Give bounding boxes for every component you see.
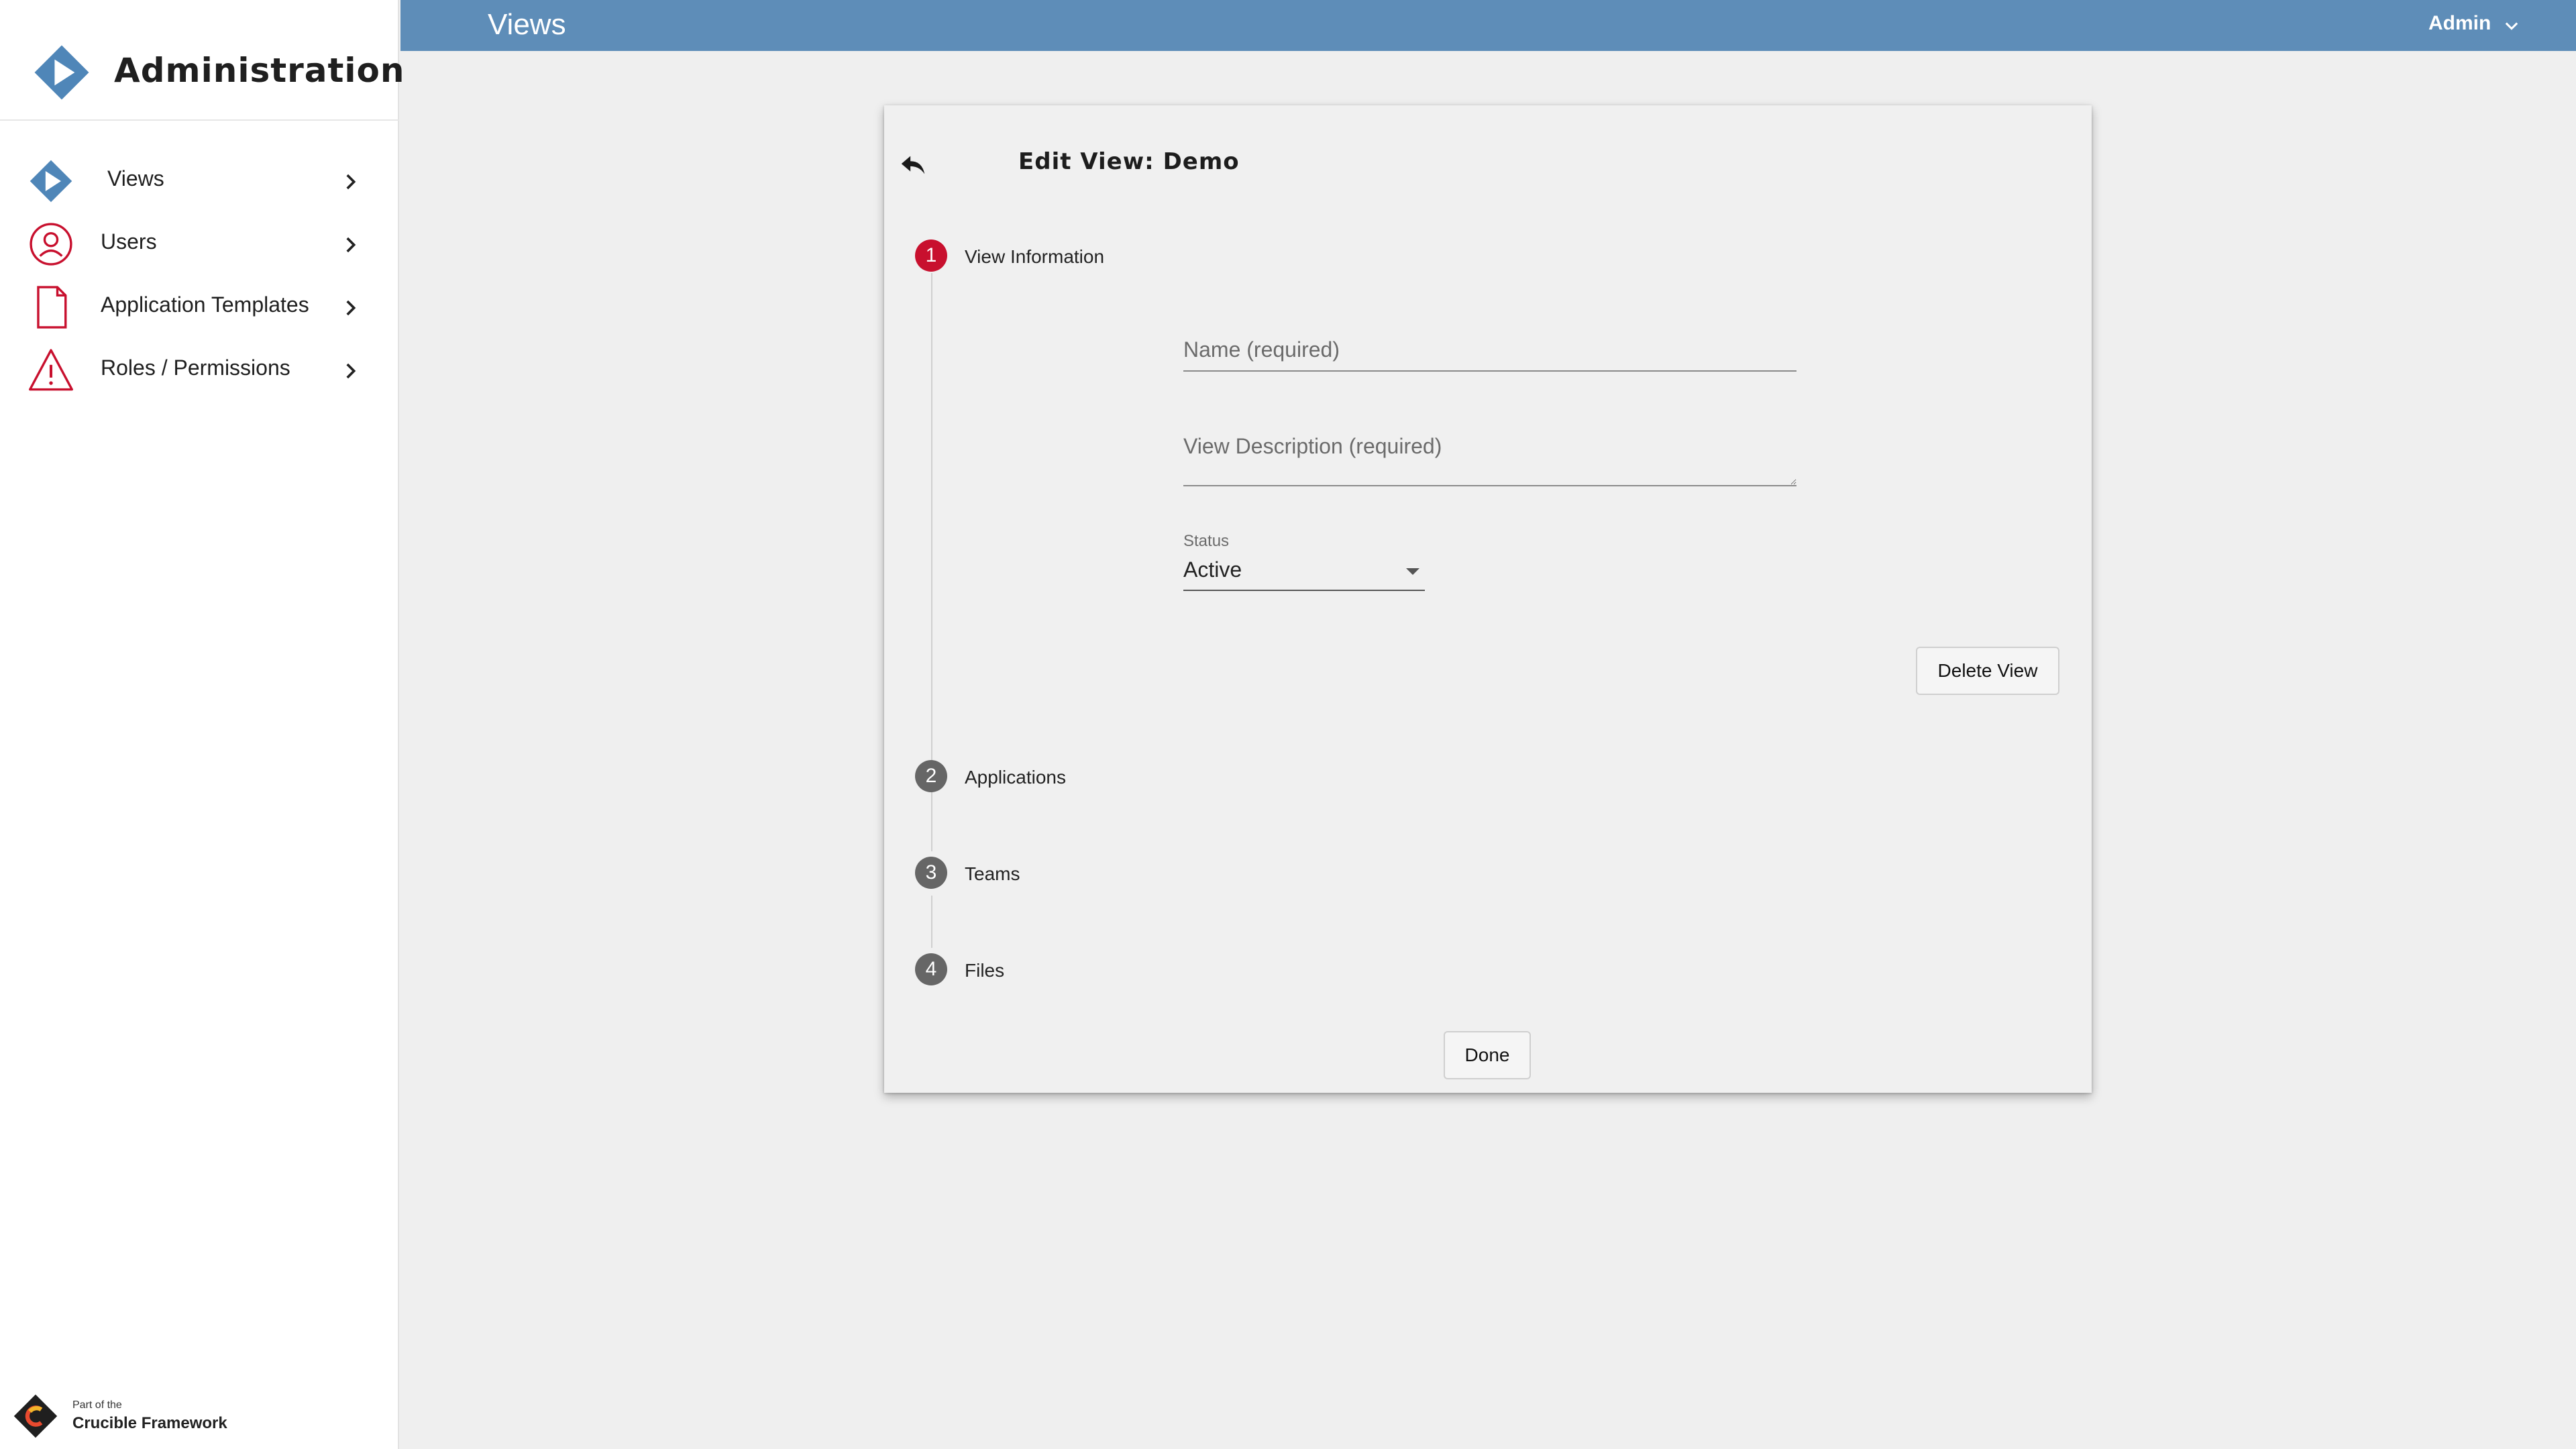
step-number: 2	[915, 760, 947, 792]
chevron-down-icon	[2505, 22, 2518, 30]
footer-framework-name: Crucible Framework	[72, 1414, 227, 1432]
step-label: View Information	[965, 246, 1105, 267]
name-field	[1183, 337, 1796, 372]
dropdown-arrow-icon	[1406, 568, 1419, 575]
user-circle-icon	[30, 223, 72, 266]
step-label: Teams	[965, 863, 1020, 884]
chevron-right-icon	[346, 363, 356, 379]
crucible-footer: Part of the Crucible Framework	[12, 1389, 254, 1442]
sidebar-item-label: Users	[101, 229, 157, 254]
step-connector	[931, 896, 932, 948]
sidebar-item-label: Views	[107, 166, 164, 191]
brand-header: Administration	[0, 0, 405, 121]
back-arrow-icon[interactable]	[898, 150, 928, 180]
card-title: Edit View: Demo	[1018, 148, 1240, 175]
user-menu-button[interactable]: Admin	[2428, 12, 2518, 39]
sidebar-item-views[interactable]: Views	[0, 149, 399, 209]
chevron-right-icon	[346, 174, 356, 190]
step-connector	[931, 799, 932, 851]
sidebar-item-roles-permissions[interactable]: Roles / Permissions	[0, 338, 399, 398]
description-textarea[interactable]	[1183, 434, 1796, 486]
app-title: Administration	[114, 51, 405, 90]
chevron-right-icon	[346, 300, 356, 316]
sidebar-item-users[interactable]: Users	[0, 212, 399, 272]
step-label: Files	[965, 960, 1005, 981]
step-number: 4	[915, 953, 947, 985]
crucible-logo-icon	[13, 1394, 58, 1438]
step-number: 1	[915, 239, 947, 272]
sidebar-item-label: Application Templates	[101, 292, 309, 317]
chevron-right-icon	[346, 237, 356, 253]
footer-tagline: Part of the	[72, 1399, 122, 1411]
top-bar: Views Admin	[400, 0, 2576, 51]
status-label: Status	[1183, 532, 1230, 550]
done-button[interactable]: Done	[1444, 1031, 1531, 1079]
step-number: 3	[915, 857, 947, 889]
document-icon	[37, 286, 67, 329]
warning-triangle-icon	[29, 349, 73, 391]
play-diamond-icon	[30, 160, 72, 203]
sidebar-item-application-templates[interactable]: Application Templates	[0, 275, 399, 335]
sidebar: Administration Views Users Application T…	[0, 0, 405, 1449]
page-title: Views	[488, 8, 566, 41]
step-label: Applications	[965, 767, 1066, 788]
app-logo-icon	[34, 45, 89, 100]
edit-view-card: Edit View: Demo 1 View Information Statu…	[884, 105, 2092, 1093]
sidebar-item-label: Roles / Permissions	[101, 356, 290, 380]
description-field	[1183, 434, 1796, 490]
name-input[interactable]	[1183, 337, 1796, 372]
status-select[interactable]: Active	[1183, 552, 1425, 591]
delete-view-button[interactable]: Delete View	[1916, 647, 2059, 695]
user-menu-label: Admin	[2428, 12, 2491, 34]
status-value: Active	[1183, 557, 1242, 582]
